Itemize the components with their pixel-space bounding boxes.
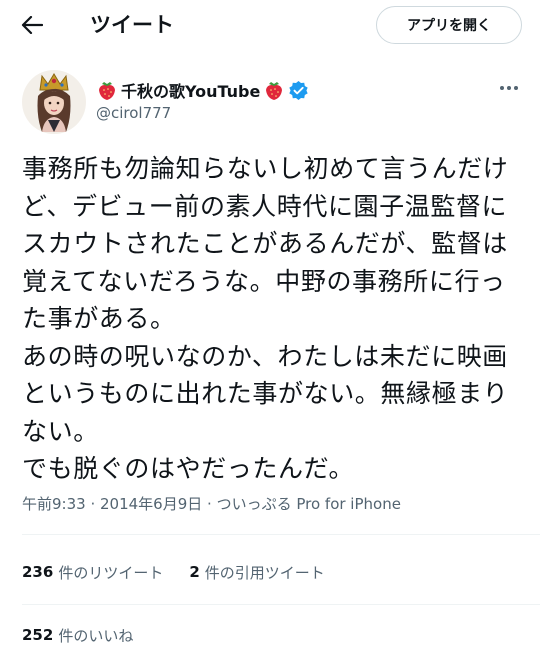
quotes-count: 2 bbox=[189, 563, 200, 581]
display-name[interactable]: 千秋の歌YouTube bbox=[96, 78, 309, 102]
tweet-time[interactable]: 午前9:33 bbox=[22, 495, 86, 513]
meta-separator: · bbox=[85, 495, 100, 513]
quotes-stat[interactable]: 2 件の引用ツイート bbox=[189, 562, 324, 583]
divider bbox=[22, 534, 540, 535]
strawberry-icon bbox=[99, 82, 115, 100]
verified-badge-icon bbox=[289, 80, 309, 100]
tweet-meta: 午前9:33 · 2014年6月9日 · ついっぷる Pro for iPhon… bbox=[22, 493, 401, 514]
likes-count: 252 bbox=[22, 626, 54, 644]
user-handle[interactable]: @cirol777 bbox=[96, 104, 171, 122]
display-name-text: 千秋の歌YouTube bbox=[121, 82, 261, 101]
strawberry-icon bbox=[266, 82, 283, 100]
tweet-text: 事務所も勿論知らないし初めて言うんだけど、デビュー前の素人時代に園子温監督にスカ… bbox=[22, 154, 509, 483]
engagement-stats: 236 件のリツイート 2 件の引用ツイート bbox=[22, 560, 325, 584]
avatar[interactable] bbox=[22, 70, 86, 134]
page-title: ツイート bbox=[90, 13, 174, 37]
tweet-source-link[interactable]: ついっぷる Pro for iPhone bbox=[217, 495, 401, 513]
retweets-label: 件のリツイート bbox=[58, 563, 164, 582]
retweets-stat[interactable]: 236 件のリツイート bbox=[22, 562, 163, 583]
back-button[interactable] bbox=[14, 8, 50, 42]
arrow-left-icon bbox=[21, 16, 43, 34]
open-app-button[interactable]: アプリを開く bbox=[376, 6, 522, 44]
retweets-count: 236 bbox=[22, 563, 54, 581]
divider bbox=[22, 604, 540, 605]
meta-separator: · bbox=[202, 495, 217, 513]
tweet-date[interactable]: 2014年6月9日 bbox=[100, 495, 202, 513]
likes-stat[interactable]: 252 件のいいね bbox=[22, 625, 133, 646]
likes-label: 件のいいね bbox=[58, 626, 134, 645]
likes-stats: 252 件のいいね bbox=[22, 623, 133, 647]
top-bar: ツイート アプリを開く bbox=[0, 0, 540, 50]
quotes-label: 件の引用ツイート bbox=[204, 563, 325, 582]
more-options-icon[interactable] bbox=[494, 78, 524, 98]
